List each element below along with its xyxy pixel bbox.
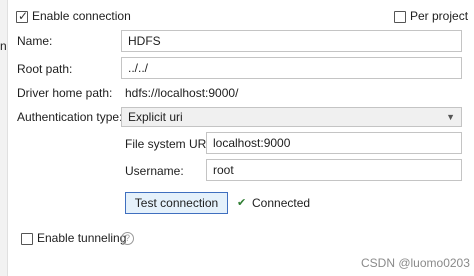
test-connection-button[interactable]: Test connection (125, 192, 228, 214)
left-panel-edge: n (0, 0, 8, 276)
connection-status-text: Connected (252, 196, 311, 210)
per-project-checkbox[interactable] (394, 11, 406, 23)
file-system-uri-label: File system URI: (125, 137, 214, 151)
authentication-type-label: Authentication type: (17, 110, 123, 124)
root-path-input[interactable]: ../../ (121, 57, 462, 79)
per-project-label: Per project (410, 9, 469, 23)
driver-home-path-value: hdfs://localhost:9000/ (125, 86, 239, 100)
authentication-type-value: Explicit uri (128, 110, 183, 124)
left-panel-fragment: n (0, 39, 7, 53)
username-input[interactable]: root (206, 159, 462, 181)
checkmark-icon: ✓ (18, 9, 29, 23)
file-system-uri-input[interactable]: localhost:9000 (206, 132, 462, 154)
name-label: Name: (17, 34, 53, 48)
checkmark-icon: ✔ (237, 197, 247, 209)
watermark-text: CSDN @luomo0203 (361, 256, 470, 270)
enable-connection-label: Enable connection (32, 9, 131, 23)
username-label: Username: (125, 164, 184, 178)
authentication-type-select[interactable]: Explicit uri ▼ (121, 107, 462, 127)
root-path-label: Root path: (17, 62, 73, 76)
help-icon[interactable]: ? (121, 232, 134, 245)
enable-connection-checkbox[interactable]: ✓ (16, 9, 29, 23)
enable-tunneling-checkbox[interactable] (21, 233, 33, 245)
chevron-down-icon: ▼ (446, 112, 455, 122)
enable-tunneling-label: Enable tunneling (37, 231, 127, 245)
name-input[interactable]: HDFS (121, 30, 462, 52)
driver-home-path-label: Driver home path: (17, 86, 113, 100)
